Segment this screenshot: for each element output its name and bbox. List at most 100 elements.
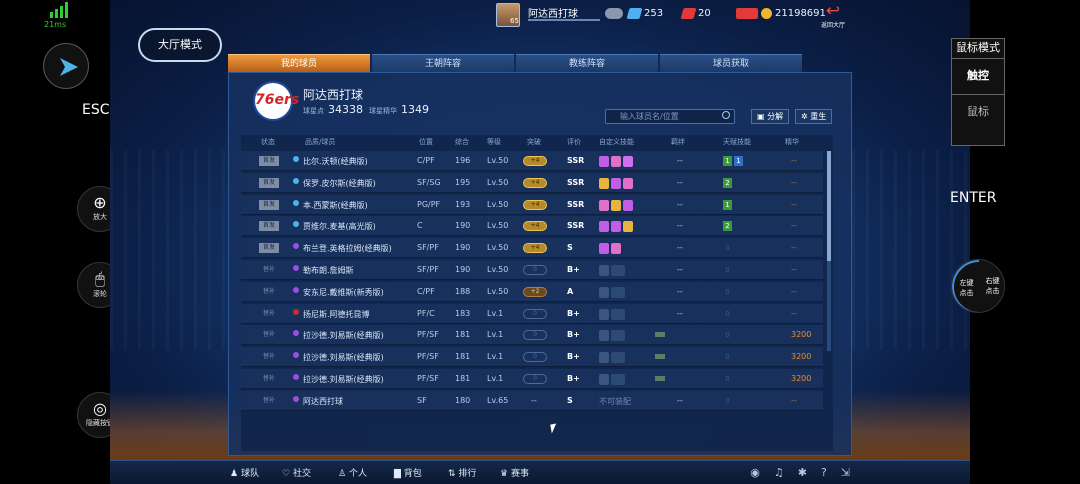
custom-skill-slots bbox=[599, 374, 625, 385]
essence-cell: -- bbox=[791, 199, 797, 209]
lobby-mode-button[interactable]: 大厅模式 bbox=[138, 28, 222, 62]
exit-icon[interactable]: ⇲ bbox=[841, 466, 850, 479]
latency-text: 21ms bbox=[44, 20, 67, 29]
nav-ranking[interactable]: ⇅ 排行 bbox=[448, 466, 476, 479]
skill-icon[interactable] bbox=[599, 156, 609, 167]
skill-icon[interactable] bbox=[599, 243, 609, 255]
level-cell: Lv.50 bbox=[487, 221, 509, 231]
nav-profile[interactable]: ♙ 个人 bbox=[338, 466, 367, 479]
touch-mode-button[interactable]: 触控 bbox=[952, 59, 1004, 95]
skill-icon[interactable] bbox=[611, 221, 621, 233]
rebirth-button[interactable]: ✲ 重生 bbox=[795, 109, 833, 124]
nav-team[interactable]: ♟ 球队 bbox=[230, 466, 259, 479]
player-name-cell: 勒布朗.詹姆斯 bbox=[303, 266, 354, 275]
exp-bar bbox=[528, 19, 600, 21]
team-name: 阿达西打球 bbox=[303, 88, 364, 102]
rating-cell: A bbox=[567, 286, 574, 296]
vip-badge[interactable] bbox=[605, 8, 623, 19]
skill-icon[interactable] bbox=[599, 177, 609, 189]
right-click-button[interactable]: 右键 点击 bbox=[979, 260, 1004, 312]
skill-icon[interactable] bbox=[611, 243, 621, 255]
table-row[interactable]: 替补 拉沙德.刘易斯(经典版) PF/SF 181 Lv.1 0 B+ 0 3200 bbox=[241, 369, 823, 389]
position-cell: SF/PF bbox=[417, 243, 439, 253]
add-coin-icon[interactable] bbox=[736, 8, 758, 19]
table-row[interactable]: 替补 扬尼斯.阿德托昆博 PF/C 183 Lv.1 0 B+ -- 0 -- bbox=[241, 303, 823, 324]
settings-icon[interactable]: ✱ bbox=[798, 466, 807, 479]
lock-icon bbox=[611, 286, 625, 298]
search-icon[interactable] bbox=[722, 111, 730, 119]
help-icon[interactable]: ? bbox=[821, 466, 827, 479]
tab-acquire[interactable]: 球员获取 bbox=[660, 54, 802, 72]
table-row[interactable]: 替补 阿达西打球 SF 180 Lv.65 -- S 不可装配 -- 0 -- bbox=[241, 390, 823, 411]
esc-button[interactable]: ESC bbox=[82, 102, 110, 118]
coin-counter[interactable]: 21198691 bbox=[736, 8, 826, 19]
skill-icon[interactable] bbox=[623, 199, 633, 211]
tab-dynasty[interactable]: 王朝阵容 bbox=[372, 54, 514, 72]
ticket-counter[interactable]: 20 bbox=[680, 8, 711, 19]
col-overall: 综合 bbox=[455, 138, 469, 146]
table-row[interactable]: 替补 安东尼.戴维斯(新秀版) C/PF 188 Lv.50 +2 A -- 0 -- bbox=[241, 281, 823, 302]
diamond-counter[interactable]: 253 bbox=[626, 8, 663, 19]
essence-cell: 3200 bbox=[791, 352, 812, 362]
skill-icon[interactable] bbox=[611, 177, 621, 189]
lock-icon bbox=[599, 265, 609, 276]
status-badge: 替补 bbox=[262, 396, 275, 404]
overall-cell: 195 bbox=[455, 177, 471, 187]
player-name-cell: 拉沙德.刘易斯(经典版) bbox=[303, 353, 384, 363]
rating-cell: B+ bbox=[567, 352, 580, 362]
table-row[interactable]: 替补 拉沙德.刘易斯(经典版) PF/SF 181 Lv.1 0 B+ 0 3200 bbox=[241, 325, 823, 346]
skill-icon[interactable] bbox=[623, 177, 633, 189]
table-row[interactable]: 替补 勒布朗.詹姆斯 SF/PF 190 Lv.50 0 B+ -- 0 -- bbox=[241, 260, 823, 280]
mouse-mode-button[interactable]: 鼠标 bbox=[952, 95, 1004, 131]
essence-value: 1349 bbox=[401, 103, 429, 116]
talent-level-badge: 2 bbox=[723, 177, 732, 188]
player-name: 阿达西打球 bbox=[528, 9, 578, 20]
nav-events[interactable]: ♛ 赛事 bbox=[500, 466, 529, 479]
ranking-icon: ⇅ bbox=[448, 469, 459, 479]
custom-skill-cell: 不可装配 bbox=[599, 396, 631, 406]
quality-dot-icon bbox=[293, 177, 299, 184]
skill-icon[interactable] bbox=[611, 199, 621, 211]
level-cell: Lv.50 bbox=[487, 177, 509, 187]
decompose-button[interactable]: ▣ 分解 bbox=[751, 109, 790, 124]
status-badge: 替补 bbox=[262, 266, 275, 273]
lock-icon bbox=[599, 308, 609, 320]
player-name-cell: 本.西蒙斯(经典版) bbox=[303, 200, 368, 210]
custom-skill-slots bbox=[599, 308, 625, 320]
skill-icon[interactable] bbox=[599, 199, 609, 211]
lock-icon bbox=[599, 330, 609, 342]
tab-coach[interactable]: 教练阵容 bbox=[516, 54, 658, 72]
lock-icon bbox=[599, 352, 609, 364]
rating-cell: B+ bbox=[567, 308, 580, 318]
scrollbar-thumb[interactable] bbox=[827, 151, 831, 261]
status-badge: 替补 bbox=[262, 375, 275, 382]
eye-icon[interactable]: ◉ bbox=[750, 466, 760, 479]
skill-icon[interactable] bbox=[623, 221, 633, 233]
table-row[interactable]: 替补 拉沙德.刘易斯(经典版) PF/SF 181 Lv.1 0 B+ 0 3200 bbox=[241, 347, 823, 368]
skill-icon[interactable] bbox=[599, 221, 609, 233]
tab-my-players[interactable]: 我的球员 bbox=[228, 54, 370, 72]
table-row[interactable]: 首发 本.西蒙斯(经典版) PG/PF 193 Lv.50 +4 SSR -- 1 -- bbox=[241, 194, 823, 215]
lock-icon bbox=[599, 286, 609, 298]
position-cell: PF/SF bbox=[417, 352, 439, 362]
nav-social[interactable]: ♡ 社交 bbox=[282, 466, 311, 479]
skill-icon[interactable] bbox=[623, 156, 633, 167]
talent-level-badge: 0 bbox=[725, 396, 730, 405]
back-to-lobby-button[interactable]: ↩ 返回大厅 bbox=[818, 2, 848, 29]
table-scrollbar[interactable] bbox=[827, 151, 831, 351]
music-icon[interactable]: ♫ bbox=[774, 466, 784, 479]
joystick-button[interactable] bbox=[43, 43, 89, 89]
table-row[interactable]: 首发 保罗.皮尔斯(经典版) SF/SG 195 Lv.50 +4 SSR -- 2 -- bbox=[241, 172, 823, 193]
mode-panel-title: 鼠标模式 bbox=[952, 39, 1004, 59]
player-name-cell: 拉沙德.刘易斯(经典版) bbox=[303, 375, 384, 384]
enter-button[interactable]: ENTER bbox=[950, 190, 996, 206]
table-row[interactable]: 首发 比尔.沃顿(经典版) C/PF 196 Lv.50 +4 SSR -- 1 1 -- bbox=[241, 151, 823, 171]
breakthrough-badge: +4 bbox=[523, 156, 547, 166]
nav-bag[interactable]: ▇ 背包 bbox=[394, 466, 422, 479]
table-row[interactable]: 首发 布兰登.英格拉姆(经典版) SF/PF 190 Lv.50 +4 S -- 0 -- bbox=[241, 238, 823, 259]
table-header: 状态 品质/球员 位置 综合 等级 突破 评价 自定义技能 羁绊 天赋技能 精华 bbox=[241, 135, 833, 149]
search-input[interactable]: 输入球员名/位置 bbox=[605, 109, 735, 124]
table-row[interactable]: 首发 贾维尔.麦基(高光版) C 190 Lv.50 +4 SSR -- 2 -- bbox=[241, 216, 823, 237]
mouse-click-buttons: 左键 点击 右键 点击 bbox=[951, 259, 1005, 313]
skill-icon[interactable] bbox=[611, 156, 621, 167]
